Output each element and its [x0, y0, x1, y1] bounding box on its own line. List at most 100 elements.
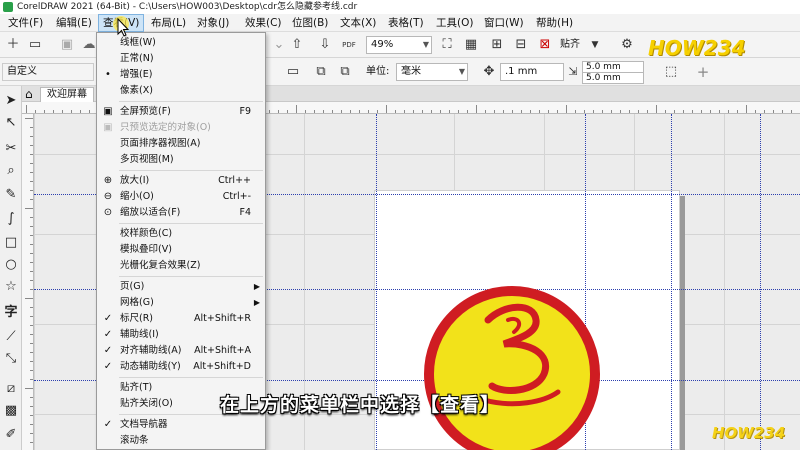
treat-as-filled-icon[interactable]: ⬚	[662, 63, 680, 81]
page-size-preset-select[interactable]: 自定义	[2, 63, 94, 81]
pdf-icon[interactable]: PDF	[340, 36, 358, 54]
add-toolbar-icon[interactable]: +	[694, 63, 712, 81]
ruler-tick	[296, 105, 297, 113]
view-menu-item[interactable]: ⊙ 缩放以适合(F) F4	[97, 205, 265, 221]
drop-shadow-icon[interactable]: ⧄	[2, 380, 20, 398]
snap-off-icon[interactable]: ⊠	[536, 36, 554, 54]
view-menu-item[interactable]: ✓ 文档导航器	[97, 417, 265, 433]
view-menu-item-label: 缩小(O)	[120, 191, 154, 202]
menu-help[interactable]: 帮助(H)	[532, 14, 577, 32]
transparency-icon[interactable]: ▩	[2, 402, 20, 420]
ruler-tick	[30, 343, 33, 344]
view-menu-item[interactable]: 模拟叠印(V)	[97, 242, 265, 258]
view-menu-item[interactable]: 网格(G) ▶	[97, 295, 265, 311]
vertical-ruler[interactable]	[22, 114, 34, 450]
ellipse-tool-icon[interactable]: ○	[2, 256, 20, 274]
nudge-distance-input[interactable]: .1 mm	[500, 63, 564, 81]
menu-layout[interactable]: 布局(L)	[147, 14, 190, 32]
submenu-arrow-icon: ▶	[253, 282, 260, 291]
export-icon[interactable]: ⇧	[288, 36, 306, 54]
ruler-tick	[30, 244, 33, 245]
ruler-tick	[25, 118, 33, 119]
crop-tool-icon[interactable]: ✂	[2, 140, 20, 158]
radio-dot-icon: •	[105, 69, 111, 80]
ruler-tick	[575, 110, 576, 113]
menu-table[interactable]: 表格(T)	[384, 14, 428, 32]
menu-bitmaps[interactable]: 位图(B)	[288, 14, 332, 32]
view-menu-item[interactable]: 滚动条	[97, 433, 265, 449]
parallel-dimension-icon[interactable]: ⟋	[2, 328, 20, 346]
view-menu-item[interactable]: ⊖ 缩小(O) Ctrl+-	[97, 189, 265, 205]
view-menu-item[interactable]: ⊕ 放大(I) Ctrl++	[97, 173, 265, 189]
view-menu-item-shortcut: Ctrl+-	[222, 191, 251, 202]
ruler-tick	[53, 110, 54, 113]
new-document-icon[interactable]: ＋	[4, 36, 22, 54]
snap-to-label[interactable]: 贴齐	[560, 36, 580, 54]
view-menu-item-label: 只预览选定的对象(O)	[120, 122, 211, 133]
show-grid-icon[interactable]: ⊞	[488, 36, 506, 54]
ruler-tick	[791, 110, 792, 113]
menu-file[interactable]: 文件(F)	[4, 14, 47, 32]
view-menu-item[interactable]: • 增强(E)	[97, 67, 265, 83]
chevron-down-icon: ▼	[422, 40, 429, 49]
menu-edit[interactable]: 编辑(E)	[52, 14, 96, 32]
rectangle-tool-icon[interactable]: □	[2, 234, 20, 252]
connector-tool-icon[interactable]: ⤡	[2, 350, 20, 368]
chevron-icon[interactable]: ⌄	[270, 36, 288, 54]
ruler-tick	[512, 110, 513, 113]
guide-line[interactable]	[760, 114, 761, 450]
view-menu-item[interactable]: ✓ 辅助线(I)	[97, 327, 265, 343]
page-size-preset-value: 自定义	[7, 66, 37, 77]
ruler-tick	[30, 361, 33, 362]
artistic-media-icon[interactable]: ∫	[2, 210, 20, 228]
guide-line[interactable]	[671, 114, 672, 450]
tab-welcome-screen[interactable]: 欢迎屏幕	[40, 87, 94, 102]
menu-effects[interactable]: 效果(C)	[241, 14, 286, 32]
view-menu-item[interactable]: 正常(N)	[97, 51, 265, 67]
pick-tool-icon[interactable]: ➤	[2, 92, 20, 110]
ruler-tick	[602, 110, 603, 113]
current-page-icon[interactable]: ⧉	[336, 63, 354, 81]
view-menu-item[interactable]: 像素(X)	[97, 83, 265, 99]
ruler-tick	[287, 110, 288, 113]
portrait-icon[interactable]: ▭	[284, 63, 302, 81]
show-rulers-icon[interactable]: ▦	[462, 36, 480, 54]
units-select[interactable]: 毫米 ▼	[396, 63, 468, 81]
view-menu-item[interactable]: ▣ 全屏预览(F) F9	[97, 104, 265, 120]
save-icon[interactable]: ▣	[58, 36, 76, 54]
open-folder-icon[interactable]: ▭	[26, 36, 44, 54]
zoom-tool-icon[interactable]: ⌕	[2, 162, 20, 180]
view-menu-item[interactable]: 页(G) ▶	[97, 279, 265, 295]
shape-tool-icon[interactable]: ↖	[2, 114, 20, 132]
view-menu-item-label: 全屏预览(F)	[120, 106, 171, 117]
view-menu-item-label: 正常(N)	[120, 53, 154, 64]
ruler-tick	[764, 110, 765, 113]
view-menu-item[interactable]: ✓ 对齐辅助线(A) Alt+Shift+A	[97, 343, 265, 359]
duplicate-y-input[interactable]: 5.0 mm	[582, 72, 644, 84]
import-icon[interactable]: ⇩	[316, 36, 334, 54]
snap-dropdown-icon[interactable]: ▼	[586, 36, 604, 54]
view-menu-item[interactable]: ▣ 只预览选定的对象(O)	[97, 120, 265, 136]
full-screen-icon[interactable]: ⛶	[438, 36, 456, 54]
home-icon[interactable]: ⌂	[25, 87, 33, 101]
view-menu-item[interactable]: ✓ 动态辅助线(Y) Alt+Shift+D	[97, 359, 265, 375]
eyedropper-icon[interactable]: ✐	[2, 426, 20, 444]
view-menu-item[interactable]: 页面排序器视图(A)	[97, 136, 265, 152]
text-tool-icon[interactable]: 字	[2, 304, 20, 322]
show-guides-icon[interactable]: ⊟	[512, 36, 530, 54]
zoom-level-select[interactable]: 49% ▼	[366, 36, 432, 54]
view-menu-item[interactable]: 多页视图(M)	[97, 152, 265, 168]
ruler-tick	[377, 110, 378, 113]
menu-tools[interactable]: 工具(O)	[432, 14, 477, 32]
view-menu-item[interactable]: 校样颜色(C)	[97, 226, 265, 242]
view-menu-item[interactable]: 光栅化复合效果(Z)	[97, 258, 265, 274]
menu-text[interactable]: 文本(X)	[336, 14, 380, 32]
options-gear-icon[interactable]: ⚙	[618, 36, 636, 54]
chevron-down-icon: ▼	[458, 67, 465, 76]
menu-object[interactable]: 对象(J)	[193, 14, 233, 32]
polygon-tool-icon[interactable]: ☆	[2, 278, 20, 296]
menu-window[interactable]: 窗口(W)	[480, 14, 528, 32]
view-menu-item[interactable]: ✓ 标尺(R) Alt+Shift+R	[97, 311, 265, 327]
freehand-tool-icon[interactable]: ✎	[2, 186, 20, 204]
all-pages-icon[interactable]: ⧉	[312, 63, 330, 81]
